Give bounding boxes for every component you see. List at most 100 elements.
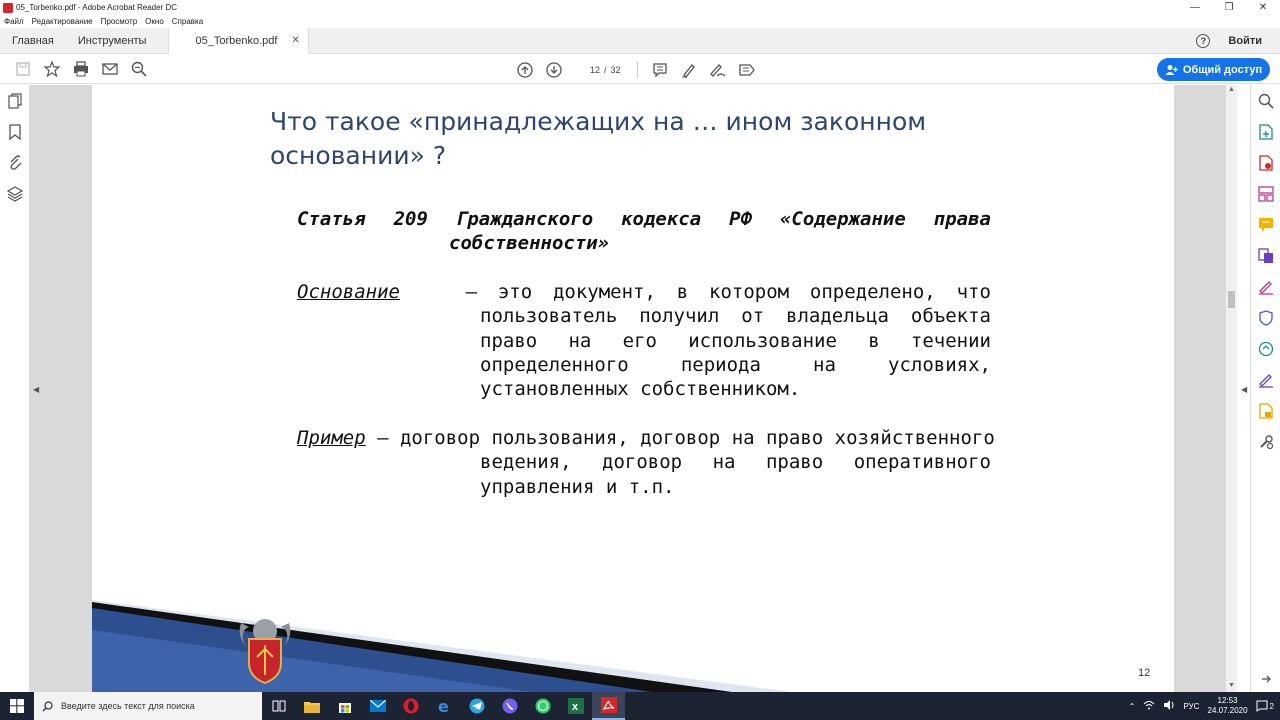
page-indicator: 12 / 32 xyxy=(576,65,621,75)
edge-icon[interactable]: e xyxy=(427,692,460,720)
scroll-up-icon[interactable]: ▲ xyxy=(1228,86,1235,93)
word: в xyxy=(868,329,880,352)
volume-icon[interactable] xyxy=(1163,700,1175,712)
scrollbar-thumb[interactable] xyxy=(1228,291,1235,308)
organize-pages-icon[interactable] xyxy=(1251,178,1280,209)
word: на xyxy=(813,353,836,376)
export-pdf-icon[interactable] xyxy=(1251,147,1280,178)
mail-icon[interactable] xyxy=(361,692,394,720)
clock-date: 24.07.2020 xyxy=(1207,706,1248,715)
tab-home[interactable]: Главная xyxy=(0,28,66,54)
combine-files-icon[interactable] xyxy=(1251,240,1280,271)
whatsapp-icon[interactable] xyxy=(526,692,559,720)
vertical-scrollbar[interactable]: ▲ ▼ xyxy=(1226,85,1237,692)
comment-tool-icon[interactable] xyxy=(1251,209,1280,240)
edit-pdf-icon[interactable] xyxy=(1251,364,1280,395)
task-view-icon[interactable] xyxy=(262,692,295,720)
sign-icon[interactable] xyxy=(704,55,733,84)
windows-start-icon[interactable] xyxy=(0,692,34,720)
word: пользователь xyxy=(480,305,618,328)
definition-paragraph: Основание – это документ, в котором опре… xyxy=(297,280,991,401)
excel-icon[interactable]: x xyxy=(559,692,592,720)
store-icon[interactable] xyxy=(328,692,361,720)
save-icon[interactable] xyxy=(8,55,37,84)
scroll-down-icon[interactable]: ▼ xyxy=(1228,682,1235,689)
share-button[interactable]: Общий доступ xyxy=(1157,58,1270,81)
right-panel-collapse-icon[interactable]: ◀ xyxy=(1241,385,1247,394)
protect-icon[interactable] xyxy=(1251,302,1280,333)
close-icon[interactable]: ✕ xyxy=(1246,2,1280,13)
attachments-icon[interactable] xyxy=(0,147,30,178)
fill-sign-icon[interactable] xyxy=(1251,271,1280,302)
left-panel-expand-icon[interactable]: ◀ xyxy=(33,385,39,394)
menu-edit[interactable]: Редактирование xyxy=(32,17,93,26)
more-tools-wrench-icon[interactable] xyxy=(1251,426,1280,457)
create-pdf-icon[interactable] xyxy=(1251,116,1280,147)
word: ведения, xyxy=(480,451,572,474)
menu-window[interactable]: Окно xyxy=(145,17,164,26)
menu-help[interactable]: Справка xyxy=(172,17,203,26)
language-indicator[interactable]: РУС xyxy=(1183,702,1199,711)
bookmarks-icon[interactable] xyxy=(0,116,30,147)
comment-icon[interactable] xyxy=(646,55,675,84)
acrobat-taskbar-icon[interactable] xyxy=(592,692,625,720)
zoom-search-icon[interactable] xyxy=(124,55,153,84)
network-icon[interactable] xyxy=(1143,700,1155,712)
current-page-input[interactable]: 12 xyxy=(576,65,600,75)
example-line1-text: – договор пользования, договор на право … xyxy=(365,427,995,449)
expand-tools-icon[interactable] xyxy=(1251,663,1280,694)
notifications-icon[interactable]: 2 xyxy=(1256,700,1274,712)
word: собственности» xyxy=(449,232,610,255)
word: периода xyxy=(680,353,761,376)
toolbar: 12 / 32 Общий доступ xyxy=(0,55,1280,84)
example-paragraph: Пример – договор пользования, договор на… xyxy=(297,426,995,499)
opera-icon[interactable] xyxy=(394,692,427,720)
minimize-icon[interactable]: — xyxy=(1178,2,1212,13)
example-term: Пример xyxy=(297,427,366,449)
viber-icon[interactable] xyxy=(493,692,526,720)
definition-line1: Основание – это документ, в котором опре… xyxy=(297,280,991,304)
pdf-page: Что такое «принадлежащих на … ином закон… xyxy=(92,85,1174,692)
word: что xyxy=(956,281,991,303)
bookmark-star-icon[interactable] xyxy=(37,55,66,84)
page-down-icon[interactable] xyxy=(539,55,568,84)
toolbar-divider xyxy=(636,61,638,78)
send-for-review-icon[interactable] xyxy=(1251,333,1280,364)
tray-expand-icon[interactable]: ⌃ xyxy=(1129,702,1136,711)
menu-view[interactable]: Просмотр xyxy=(101,17,138,26)
definition-line4: определенного периода на условиях, xyxy=(297,353,991,377)
word: кодекса xyxy=(621,208,702,230)
clock[interactable]: 12:53 24.07.2020 xyxy=(1208,696,1248,716)
print-icon[interactable] xyxy=(66,55,95,84)
help-icon[interactable]: ? xyxy=(1196,33,1211,48)
highlight-pen-icon[interactable] xyxy=(675,55,704,84)
definition-line2: пользователь получил от владельца объект… xyxy=(297,304,991,328)
request-signatures-icon[interactable] xyxy=(1251,395,1280,426)
taskbar-search-box[interactable]: Введите здесь текст для поиска xyxy=(34,692,262,720)
word: его xyxy=(622,329,657,352)
tab-document[interactable]: 05_Torbenko.pdf ✕ xyxy=(168,27,309,54)
definition-term: Основание xyxy=(297,281,400,303)
tab-tools[interactable]: Инструменты xyxy=(66,28,159,54)
layers-icon[interactable] xyxy=(0,178,30,209)
restore-icon[interactable]: ❐ xyxy=(1212,2,1246,13)
page-thumbnails-icon[interactable] xyxy=(0,85,30,116)
search-placeholder: Введите здесь текст для поиска xyxy=(61,701,195,711)
more-tools-icon[interactable] xyxy=(733,55,762,84)
word: договор xyxy=(602,451,683,474)
slide-page-number: 12 xyxy=(1138,667,1151,679)
file-explorer-icon[interactable] xyxy=(295,692,328,720)
email-icon[interactable] xyxy=(95,55,124,84)
sign-in-button[interactable]: Войти xyxy=(1228,35,1262,47)
menu-file[interactable]: Файл xyxy=(4,17,24,26)
word: – xyxy=(465,281,478,303)
right-tools-rail xyxy=(1250,85,1280,692)
page-up-icon[interactable] xyxy=(510,55,539,84)
word: использование xyxy=(688,329,837,352)
zoom-tool-icon[interactable] xyxy=(1251,85,1280,116)
page-separator: / xyxy=(604,64,607,75)
telegram-icon[interactable] xyxy=(460,692,493,720)
tab-bar: Главная Инструменты 05_Torbenko.pdf ✕ ? … xyxy=(0,27,1280,54)
menu-bar: Файл Редактирование Просмотр Окно Справк… xyxy=(0,15,1280,28)
tab-close-icon[interactable]: ✕ xyxy=(291,28,299,54)
